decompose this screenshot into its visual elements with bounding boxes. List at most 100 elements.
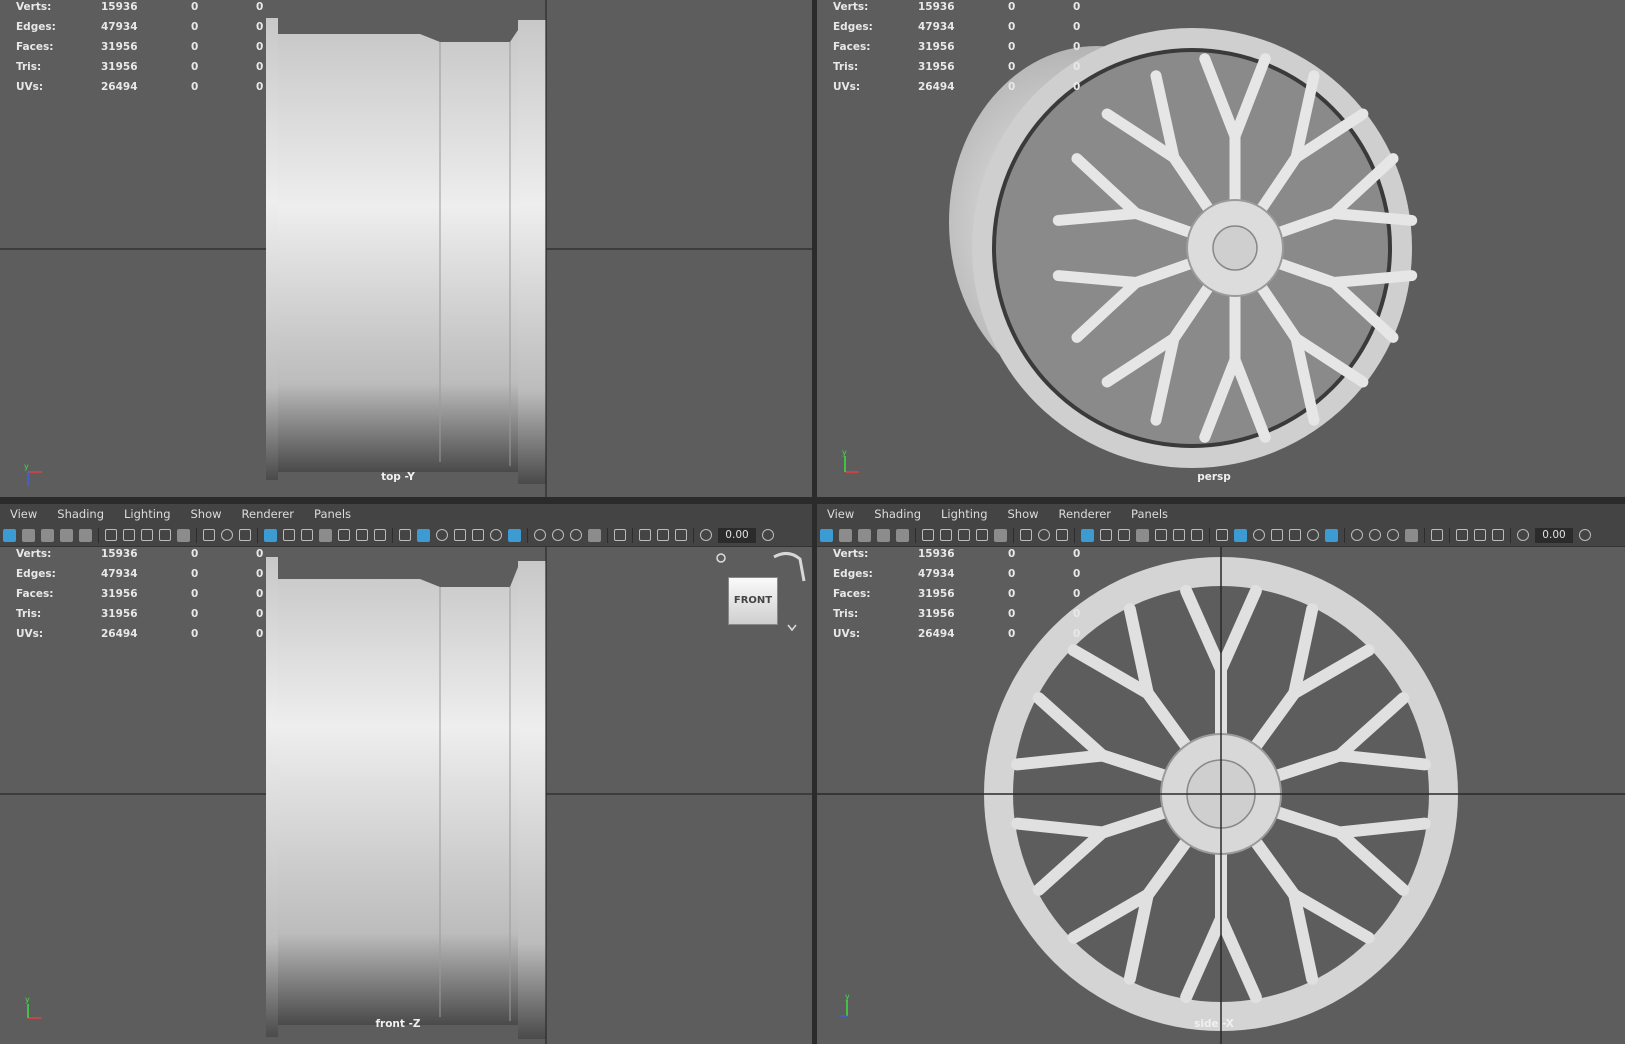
menu-view[interactable]: View — [827, 507, 854, 521]
toolbar-tool-icon[interactable] — [239, 529, 251, 541]
exposure-field[interactable]: 0.00 — [1535, 527, 1573, 543]
toolbar-tool-icon[interactable] — [1351, 529, 1363, 541]
toolbar-tool-icon[interactable] — [1136, 528, 1149, 542]
toolbar-tool-icon[interactable] — [1020, 529, 1032, 541]
toolbar-tool-icon[interactable] — [1081, 528, 1094, 542]
toolbar-tool-icon[interactable] — [552, 529, 564, 541]
toolbar-tool-icon[interactable] — [588, 528, 601, 542]
toolbar-tool-icon[interactable] — [657, 529, 669, 541]
toolbar-tool-icon[interactable] — [1517, 529, 1529, 541]
menu-lighting[interactable]: Lighting — [941, 507, 987, 521]
toolbar-tool-icon[interactable] — [1325, 528, 1338, 542]
toolbar-tool-icon[interactable] — [221, 529, 233, 541]
toolbar-tool-icon[interactable] — [762, 529, 774, 541]
toolbar-tool-icon[interactable] — [203, 529, 215, 541]
camera-label: top -Y — [381, 471, 415, 483]
toolbar-tool-icon[interactable] — [940, 529, 952, 541]
toolbar-tool-icon[interactable] — [1173, 529, 1185, 541]
toolbar-tool-icon[interactable] — [1100, 529, 1112, 541]
menu-renderer[interactable]: Renderer — [242, 507, 295, 521]
toolbar-tool-icon[interactable] — [22, 528, 35, 542]
toolbar-tool-icon[interactable] — [1155, 529, 1167, 541]
menu-show[interactable]: Show — [1008, 507, 1039, 521]
toolbar-tool-icon[interactable] — [338, 529, 350, 541]
menu-show[interactable]: Show — [191, 507, 222, 521]
toolbar-tool-icon[interactable] — [922, 529, 934, 541]
toolbar-tool-icon[interactable] — [700, 529, 712, 541]
toolbar-tool-icon[interactable] — [283, 529, 295, 541]
toolbar-tool-icon[interactable] — [1234, 528, 1247, 542]
rim-side-profile-front — [0, 547, 812, 1044]
toolbar-tool-icon[interactable] — [1038, 529, 1050, 541]
menu-shading[interactable]: Shading — [57, 507, 104, 521]
toolbar-tool-icon[interactable] — [820, 528, 833, 542]
menu-panels[interactable]: Panels — [314, 507, 351, 521]
toolbar-tool-icon[interactable] — [839, 528, 852, 542]
toolbar-tool-icon[interactable] — [1191, 529, 1203, 541]
toolbar-tool-icon[interactable] — [472, 529, 484, 541]
toolbar-tool-icon[interactable] — [958, 529, 970, 541]
viewcube-home-icon[interactable] — [714, 551, 728, 565]
toolbar-tool-icon[interactable] — [877, 528, 890, 542]
exposure-field[interactable]: 0.00 — [718, 527, 756, 543]
toolbar-tool-icon[interactable] — [356, 529, 368, 541]
menu-view[interactable]: View — [10, 507, 37, 521]
toolbar-tool-icon[interactable] — [177, 528, 190, 542]
toolbar-tool-icon[interactable] — [123, 529, 135, 541]
menu-shading[interactable]: Shading — [874, 507, 921, 521]
toolbar-separator — [915, 527, 916, 543]
toolbar-tool-icon[interactable] — [399, 529, 411, 541]
toolbar-tool-icon[interactable] — [1307, 529, 1319, 541]
toolbar-tool-icon[interactable] — [1431, 529, 1443, 541]
viewport-persp[interactable]: Verts: 15936 0 0 Edges: 47934 0 0 Faces: 31956 0… — [817, 0, 1625, 497]
viewcube-menu-icon[interactable] — [786, 623, 798, 633]
toolbar-tool-icon[interactable] — [1369, 529, 1381, 541]
toolbar-tool-icon[interactable] — [79, 528, 92, 542]
toolbar-tool-icon[interactable] — [639, 529, 651, 541]
toolbar-tool-icon[interactable] — [1492, 529, 1504, 541]
toolbar-tool-icon[interactable] — [1456, 529, 1468, 541]
toolbar-tool-icon[interactable] — [436, 529, 448, 541]
viewport-side[interactable]: Verts: 15936 0 0 Edges: 47934 0 0 Faces: 31956 0… — [817, 547, 1625, 1044]
toolbar-tool-icon[interactable] — [105, 529, 117, 541]
toolbar-tool-icon[interactable] — [374, 529, 386, 541]
toolbar-tool-icon[interactable] — [570, 529, 582, 541]
toolbar-tool-icon[interactable] — [534, 529, 546, 541]
toolbar-tool-icon[interactable] — [1056, 529, 1068, 541]
toolbar-tool-icon[interactable] — [1253, 529, 1265, 541]
toolbar-tool-icon[interactable] — [994, 528, 1007, 542]
menu-panels[interactable]: Panels — [1131, 507, 1168, 521]
toolbar-tool-icon[interactable] — [1289, 529, 1301, 541]
toolbar-tool-icon[interactable] — [614, 529, 626, 541]
toolbar-tool-icon[interactable] — [1474, 529, 1486, 541]
toolbar-tool-icon[interactable] — [301, 529, 313, 541]
viewport-front[interactable]: Verts: 15936 0 0 Edges: 47934 0 0 Faces: 31956 0… — [0, 547, 812, 1044]
toolbar-tool-icon[interactable] — [319, 528, 332, 542]
viewport-top[interactable]: Verts: 15936 0 0 Edges: 47934 0 0 Faces: 31956 0… — [0, 0, 812, 497]
toolbar-tool-icon[interactable] — [858, 528, 871, 542]
menu-renderer[interactable]: Renderer — [1059, 507, 1112, 521]
toolbar-tool-icon[interactable] — [141, 529, 153, 541]
toolbar-tool-icon[interactable] — [41, 528, 54, 542]
toolbar-tool-icon[interactable] — [1271, 529, 1283, 541]
toolbar-tool-icon[interactable] — [3, 528, 16, 542]
toolbar-tool-icon[interactable] — [490, 529, 502, 541]
toolbar-tool-icon[interactable] — [1118, 529, 1130, 541]
toolbar-separator — [196, 527, 197, 543]
toolbar-tool-icon[interactable] — [508, 528, 521, 542]
toolbar-tool-icon[interactable] — [60, 528, 73, 542]
toolbar-tool-icon[interactable] — [675, 529, 687, 541]
toolbar-tool-icon[interactable] — [1579, 529, 1591, 541]
toolbar-tool-icon[interactable] — [454, 529, 466, 541]
toolbar-tool-icon[interactable] — [976, 529, 988, 541]
toolbar-tool-icon[interactable] — [159, 529, 171, 541]
toolbar-tool-icon[interactable] — [896, 528, 909, 542]
toolbar-tool-icon[interactable] — [1387, 529, 1399, 541]
toolbar-separator — [1013, 527, 1014, 543]
toolbar-tool-icon[interactable] — [264, 528, 277, 542]
toolbar-tool-icon[interactable] — [1216, 529, 1228, 541]
toolbar-tool-icon[interactable] — [417, 528, 430, 542]
toolbar-tool-icon[interactable] — [1405, 528, 1418, 542]
menu-lighting[interactable]: Lighting — [124, 507, 170, 521]
viewcube[interactable]: FRONT — [728, 577, 778, 625]
